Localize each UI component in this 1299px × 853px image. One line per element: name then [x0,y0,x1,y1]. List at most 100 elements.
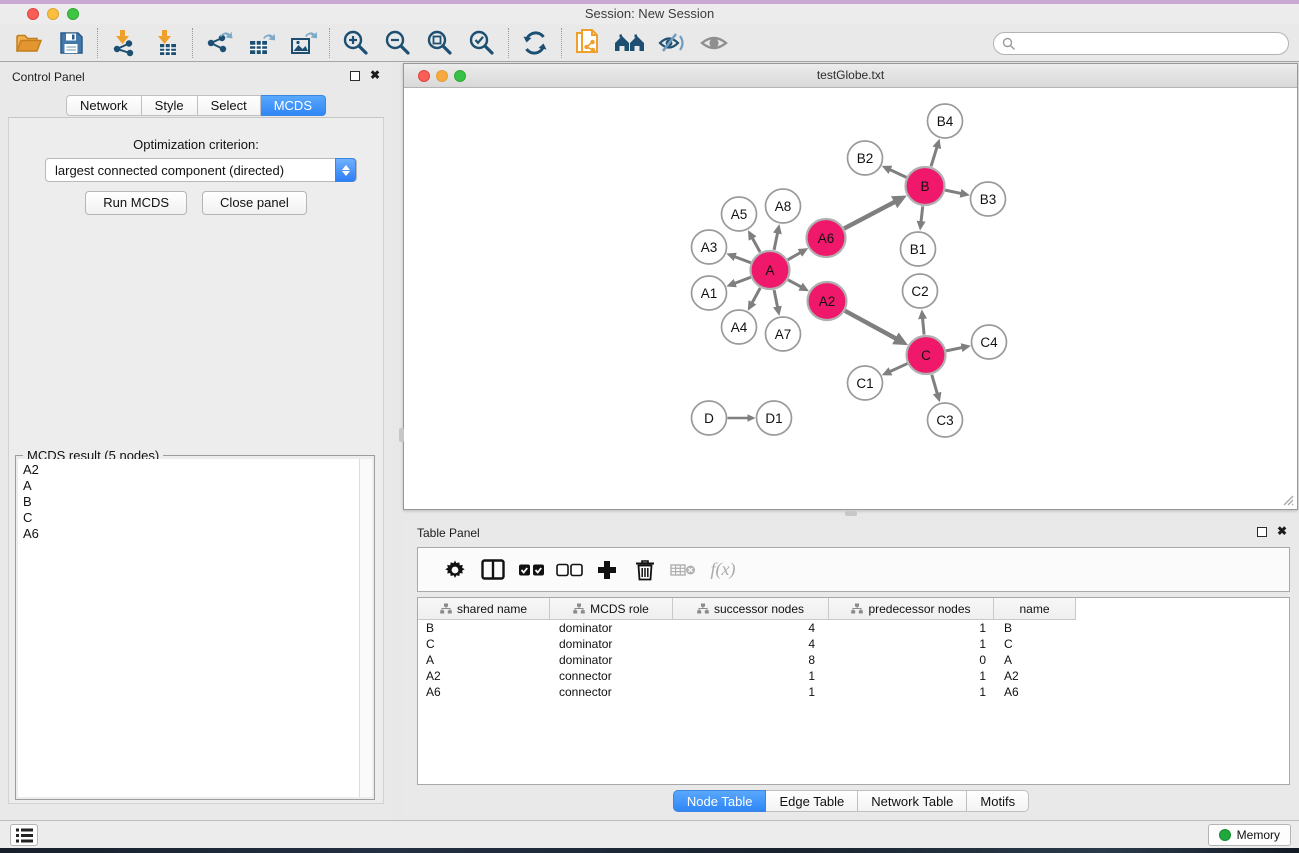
edge-C-C1[interactable] [889,364,907,372]
table-cell[interactable]: A6 [418,684,550,700]
table-cell[interactable]: A [418,652,550,668]
mcds-result-item[interactable]: B [23,494,354,510]
table-cell[interactable]: A2 [994,668,1076,684]
function-builder-button[interactable]: f(x) [702,553,740,587]
column-header-predecessor-nodes[interactable]: predecessor nodes [829,598,994,620]
mcds-list-scrollbar[interactable] [359,459,372,797]
resize-grip-icon[interactable] [1280,492,1294,506]
node-A[interactable]: A [751,251,790,289]
criterion-dropdown[interactable]: largest connected component (directed) [45,158,357,182]
node-B4[interactable]: B4 [928,104,963,138]
table-cell[interactable]: 1 [829,668,994,684]
mcds-result-list[interactable]: A2ABCA6 [18,459,359,797]
edge-C-C3[interactable] [932,375,938,395]
tab-edge-table[interactable]: Edge Table [766,790,858,812]
table-cell[interactable]: 4 [673,620,829,636]
table-cell[interactable]: B [418,620,550,636]
node-A1[interactable]: A1 [692,276,727,310]
edge-A-A3[interactable] [734,256,751,262]
table-cell[interactable]: 1 [829,684,994,700]
zoom-out-button[interactable] [377,27,419,59]
edge-A-A8[interactable] [774,232,778,250]
mcds-result-item[interactable]: A6 [23,526,354,542]
first-neighbors-button[interactable] [609,27,651,59]
tab-node-table[interactable]: Node Table [673,790,767,812]
mcds-result-item[interactable]: A2 [23,462,354,478]
edge-A-A1[interactable] [734,277,751,283]
node-A3[interactable]: A3 [692,230,727,264]
mcds-result-item[interactable]: A [23,478,354,494]
node-B1[interactable]: B1 [901,232,936,266]
node-A5[interactable]: A5 [722,197,757,231]
edge-A-A7[interactable] [774,290,778,308]
node-A4[interactable]: A4 [722,310,757,344]
close-panel-icon[interactable]: ✖ [370,68,380,82]
tab-motifs[interactable]: Motifs [967,790,1029,812]
tab-network[interactable]: Network [66,95,142,116]
table-cell[interactable]: 0 [829,652,994,668]
table-row[interactable]: A2connector11A2 [418,668,1289,684]
zoom-in-button[interactable] [335,27,377,59]
edge-C-C2[interactable] [923,318,925,335]
split-divider-handle[interactable] [845,511,857,516]
edge-A-A4[interactable] [752,288,760,303]
column-header-successor-nodes[interactable]: successor nodes [673,598,829,620]
edge-B-B3[interactable] [945,190,962,193]
table-cell[interactable]: A6 [994,684,1076,700]
table-cell[interactable]: dominator [550,636,673,652]
clone-network-button[interactable] [567,27,609,59]
node-C4[interactable]: C4 [972,325,1007,359]
table-options-button[interactable] [436,553,474,587]
search-input[interactable] [993,32,1289,55]
show-columns-button[interactable] [474,553,512,587]
node-C1[interactable]: C1 [848,366,883,400]
node-C[interactable]: C [907,336,946,374]
edge-A-A6[interactable] [788,252,801,259]
select-all-columns-button[interactable] [512,553,550,587]
hide-selected-button[interactable] [651,27,693,59]
open-session-button[interactable] [8,27,50,59]
table-cell[interactable]: connector [550,668,673,684]
table-cell[interactable]: 4 [673,636,829,652]
table-cell[interactable]: A [994,652,1076,668]
float-panel-icon[interactable] [350,71,360,81]
network-window-titlebar[interactable]: testGlobe.txt [404,64,1297,88]
node-D[interactable]: D [692,401,727,435]
refresh-view-button[interactable] [514,27,556,59]
table-cell[interactable]: dominator [550,620,673,636]
export-table-button[interactable] [240,27,282,59]
table-cell[interactable]: dominator [550,652,673,668]
node-A2[interactable]: A2 [808,282,847,320]
table-close-panel-icon[interactable]: ✖ [1277,524,1287,538]
table-row[interactable]: Adominator80A [418,652,1289,668]
node-C2[interactable]: C2 [903,274,938,308]
table-cell[interactable]: 1 [673,668,829,684]
delete-table-button[interactable] [664,553,702,587]
task-history-button[interactable] [10,824,38,846]
column-header-name[interactable]: name [994,598,1076,620]
table-cell[interactable]: 1 [829,636,994,652]
edge-B-B4[interactable] [931,147,937,167]
network-graph[interactable]: B4B2BB3A5A8A6A3B1AA1C2A2A4A7C4CC1C3DD1 [405,89,1298,510]
column-header-shared-name[interactable]: shared name [418,598,550,620]
show-all-button[interactable] [693,27,735,59]
node-D1[interactable]: D1 [757,401,792,435]
node-B3[interactable]: B3 [971,182,1006,216]
memory-button[interactable]: Memory [1208,824,1291,846]
edge-B-B1[interactable] [921,206,923,222]
node-A8[interactable]: A8 [766,189,801,223]
table-cell[interactable]: C [994,636,1076,652]
node-C3[interactable]: C3 [928,403,963,437]
table-cell[interactable]: C [418,636,550,652]
edge-A-A5[interactable] [752,238,760,253]
import-network-button[interactable] [103,27,145,59]
run-mcds-button[interactable]: Run MCDS [85,191,187,215]
save-session-button[interactable] [50,27,92,59]
mcds-result-item[interactable]: C [23,510,354,526]
zoom-selected-button[interactable] [461,27,503,59]
node-A6[interactable]: A6 [807,219,846,257]
delete-columns-button[interactable] [626,553,664,587]
import-table-button[interactable] [145,27,187,59]
table-cell[interactable]: connector [550,684,673,700]
close-panel-button[interactable]: Close panel [202,191,307,215]
